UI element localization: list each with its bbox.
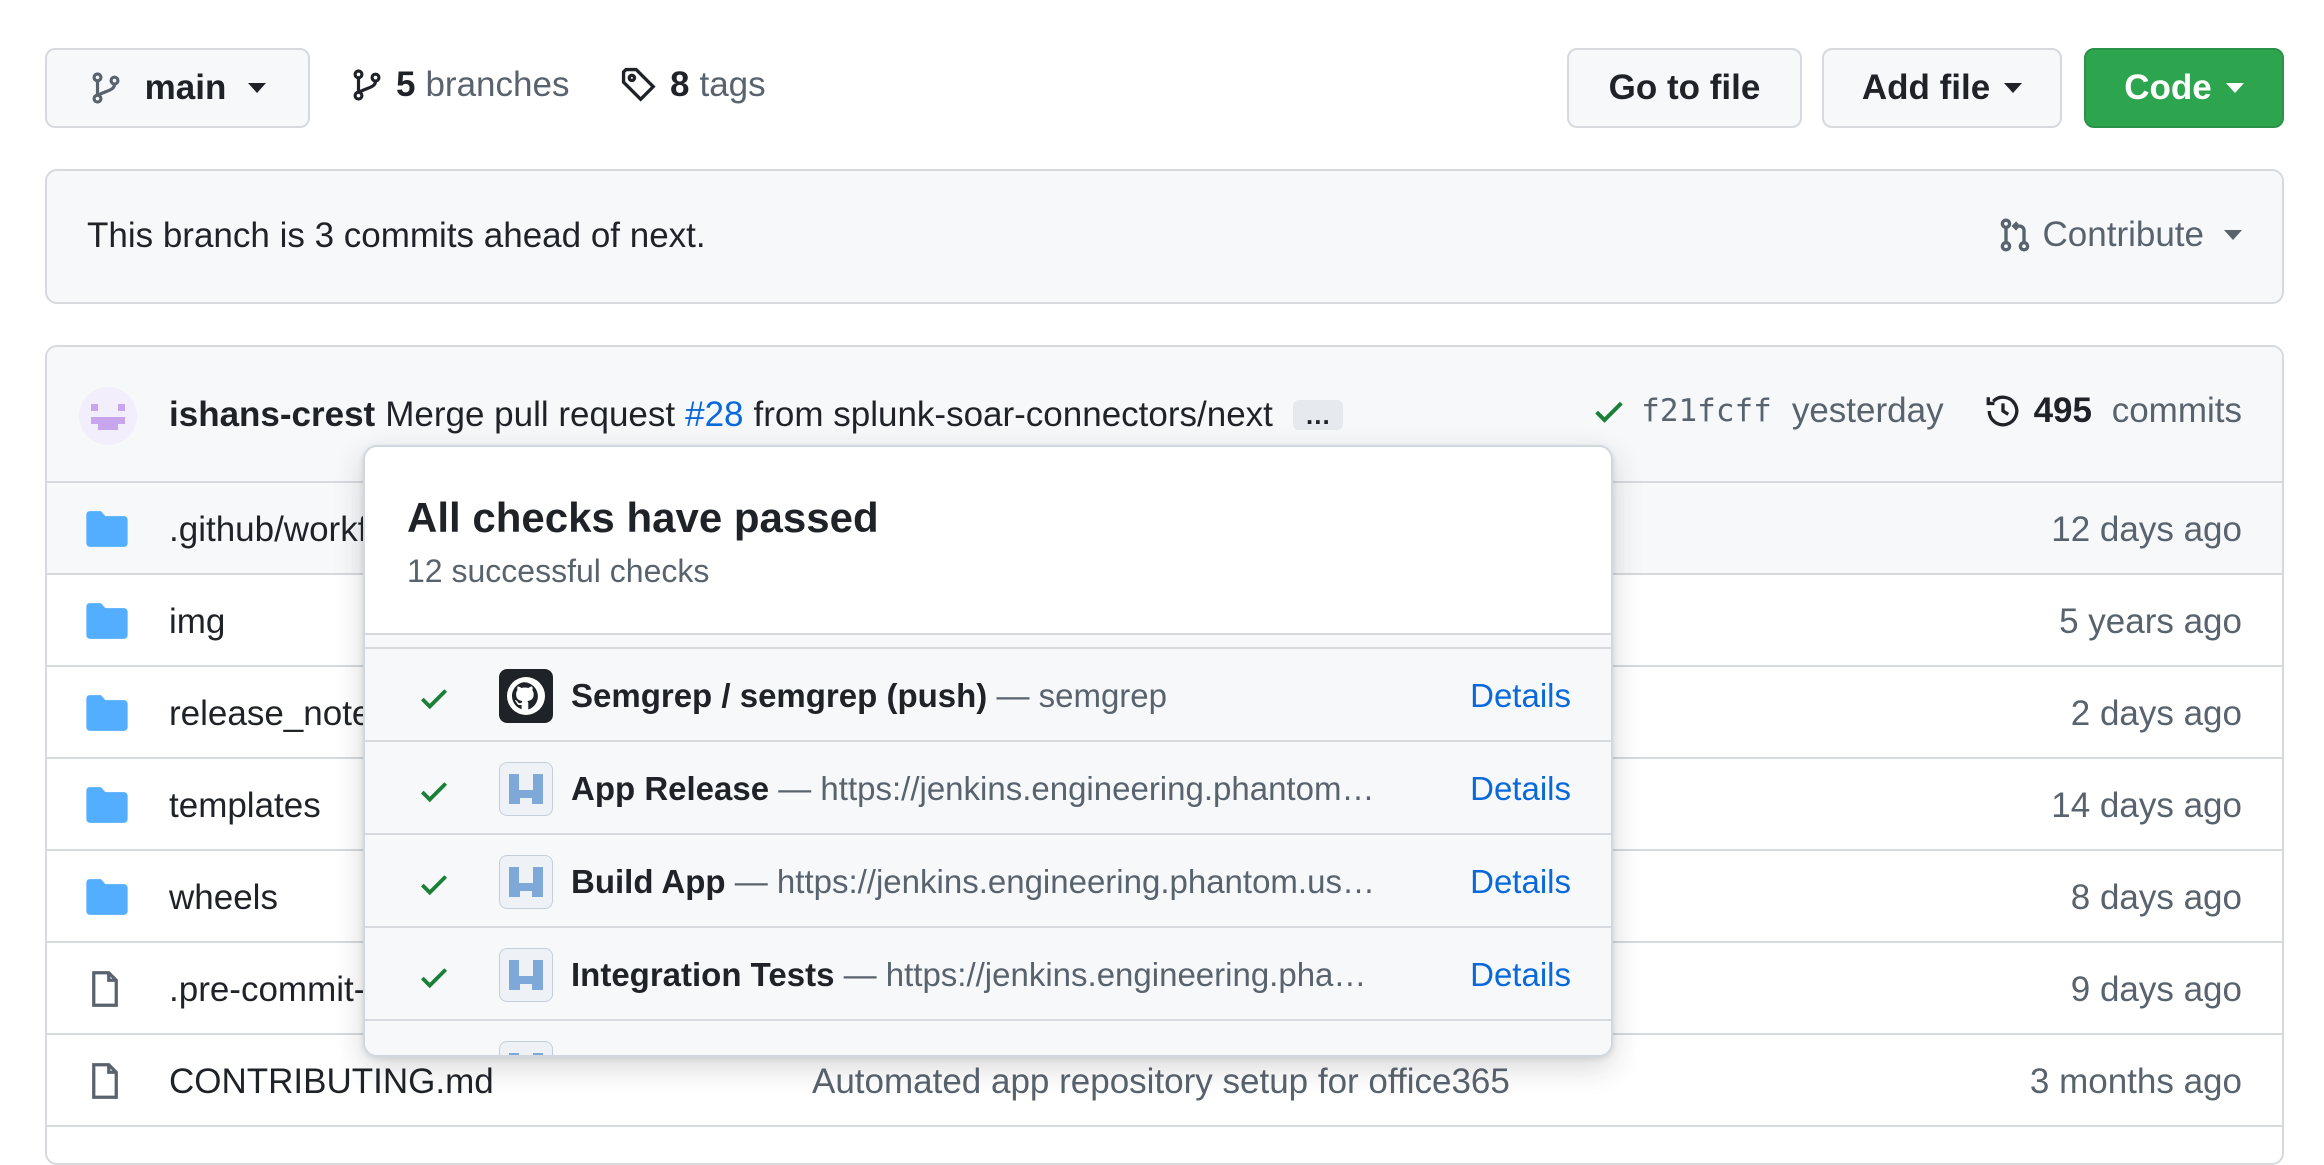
- jenkins-icon: [499, 855, 553, 909]
- code-button[interactable]: Code: [2084, 48, 2284, 128]
- commit-time: yesterday: [1791, 391, 1944, 430]
- history-icon: [1984, 392, 2022, 430]
- checks-popover-subtitle: 12 successful checks: [407, 553, 710, 589]
- check-row: Integration Tests — https://jenkins.engi…: [365, 928, 1611, 1021]
- check-details-link[interactable]: Details: [1470, 863, 1571, 901]
- branch-status-banner: This branch is 3 commits ahead of next. …: [45, 169, 2284, 304]
- check-row: Build App — https://jenkins.engineering.…: [365, 835, 1611, 928]
- go-to-file-button[interactable]: Go to file: [1567, 48, 1802, 128]
- code-button-label: Code: [2124, 68, 2212, 107]
- check-name: Integration Tests: [571, 956, 835, 993]
- commits-label: commits: [2111, 391, 2242, 430]
- check-row: App Release — https://jenkins.engineerin…: [365, 742, 1611, 835]
- check-row: Semgrep / semgrep (push) — semgrep Detai…: [365, 649, 1611, 742]
- chevron-down-icon: [2224, 230, 2242, 240]
- file-age: 9 days ago: [2070, 970, 2242, 1009]
- divider: [365, 633, 1611, 649]
- checks-popover-title: All checks have passed: [407, 494, 879, 541]
- add-file-label: Add file: [1861, 68, 1991, 107]
- folder-icon: [85, 509, 129, 549]
- commit-sha-link[interactable]: f21fcff: [1641, 393, 1772, 429]
- tags-link[interactable]: 8 tags: [620, 65, 766, 105]
- check-name: Semgrep / semgrep (push): [571, 677, 988, 714]
- file-name-link[interactable]: wheels: [169, 878, 278, 918]
- git-branch-icon: [350, 66, 384, 104]
- branches-count: 5: [396, 65, 416, 104]
- file-name-link[interactable]: img: [169, 602, 225, 642]
- folder-icon: [85, 693, 129, 733]
- avatar[interactable]: [79, 387, 137, 445]
- checks-popover: All checks have passed 12 successful che…: [363, 445, 1613, 1057]
- file-age: 2 days ago: [2070, 694, 2242, 733]
- chevron-down-icon: [2004, 83, 2023, 93]
- git-branch-icon: [89, 69, 123, 107]
- jenkins-icon: [499, 948, 553, 1002]
- folder-icon: [85, 877, 129, 917]
- tags-label: tags: [699, 65, 766, 104]
- check-icon: [417, 960, 451, 994]
- check-icon: [417, 1053, 451, 1055]
- file-name-link[interactable]: CONTRIBUTING.md: [169, 1062, 494, 1102]
- file-icon: [85, 1061, 125, 1101]
- check-name: App Release: [571, 770, 770, 807]
- folder-icon: [85, 601, 129, 641]
- branch-status-text: This branch is 3 commits ahead of next.: [87, 216, 706, 255]
- check-name: Build App: [571, 863, 726, 900]
- branches-link[interactable]: 5 branches: [350, 65, 569, 105]
- github-icon: [499, 669, 553, 723]
- file-icon: [85, 969, 125, 1009]
- file-age: 14 days ago: [2051, 786, 2242, 825]
- pull-request-link[interactable]: #28: [685, 395, 743, 435]
- branches-label: branches: [425, 65, 570, 104]
- tags-count: 8: [670, 65, 690, 104]
- commit-message-prefix[interactable]: Merge pull request: [385, 395, 675, 435]
- add-file-button[interactable]: Add file: [1822, 48, 2062, 128]
- check-row: Details: [365, 1021, 1611, 1055]
- check-status-icon[interactable]: [1591, 393, 1627, 429]
- commit-message-suffix[interactable]: from splunk-soar-connectors/next: [754, 395, 1273, 435]
- check-details-link[interactable]: Details: [1470, 677, 1571, 715]
- check-text: Integration Tests — https://jenkins.engi…: [571, 956, 1381, 994]
- commits-count-link[interactable]: 495 commits: [2034, 391, 2242, 431]
- commit-author-link[interactable]: ishans-crest: [169, 395, 375, 435]
- jenkins-icon: [499, 762, 553, 816]
- file-name-link[interactable]: templates: [169, 786, 321, 826]
- file-age: 12 days ago: [2051, 510, 2242, 549]
- check-text: Semgrep / semgrep (push) — semgrep: [571, 677, 1381, 715]
- file-age: 8 days ago: [2070, 878, 2242, 917]
- check-text: App Release — https://jenkins.engineerin…: [571, 770, 1381, 808]
- check-description: — semgrep: [996, 677, 1167, 714]
- branch-name: main: [144, 68, 227, 107]
- file-commit-message[interactable]: Automated app repository setup for offic…: [812, 1062, 1510, 1102]
- check-text: Build App — https://jenkins.engineering.…: [571, 863, 1381, 901]
- jenkins-icon: [499, 1041, 553, 1055]
- file-age: 5 years ago: [2059, 602, 2242, 641]
- contribute-label: Contribute: [2042, 215, 2204, 254]
- check-details-link[interactable]: Details: [1470, 770, 1571, 808]
- git-pull-request-icon: [1997, 216, 2033, 254]
- check-icon: [417, 867, 451, 901]
- tag-icon: [620, 66, 658, 104]
- file-age: 3 months ago: [2029, 1062, 2242, 1101]
- check-icon: [417, 681, 451, 715]
- check-icon: [417, 774, 451, 808]
- expand-commit-message-button[interactable]: …: [1292, 400, 1343, 430]
- file-name-link[interactable]: release_notes: [169, 694, 389, 734]
- check-description: — https://jenkins.engineering.phantom.us…: [734, 863, 1381, 900]
- check-description: — https://jenkins.engineering.phantom.us…: [778, 770, 1381, 807]
- folder-icon: [85, 785, 129, 825]
- branch-selector-button[interactable]: main: [45, 48, 310, 128]
- contribute-dropdown[interactable]: Contribute: [1997, 215, 2242, 255]
- commits-count: 495: [2033, 391, 2092, 430]
- check-description: — https://jenkins.engineering.phantom.us…: [843, 956, 1381, 993]
- chevron-down-icon: [2225, 83, 2244, 93]
- check-details-link[interactable]: Details: [1470, 1049, 1571, 1055]
- check-details-link[interactable]: Details: [1470, 956, 1571, 994]
- chevron-down-icon: [248, 83, 267, 93]
